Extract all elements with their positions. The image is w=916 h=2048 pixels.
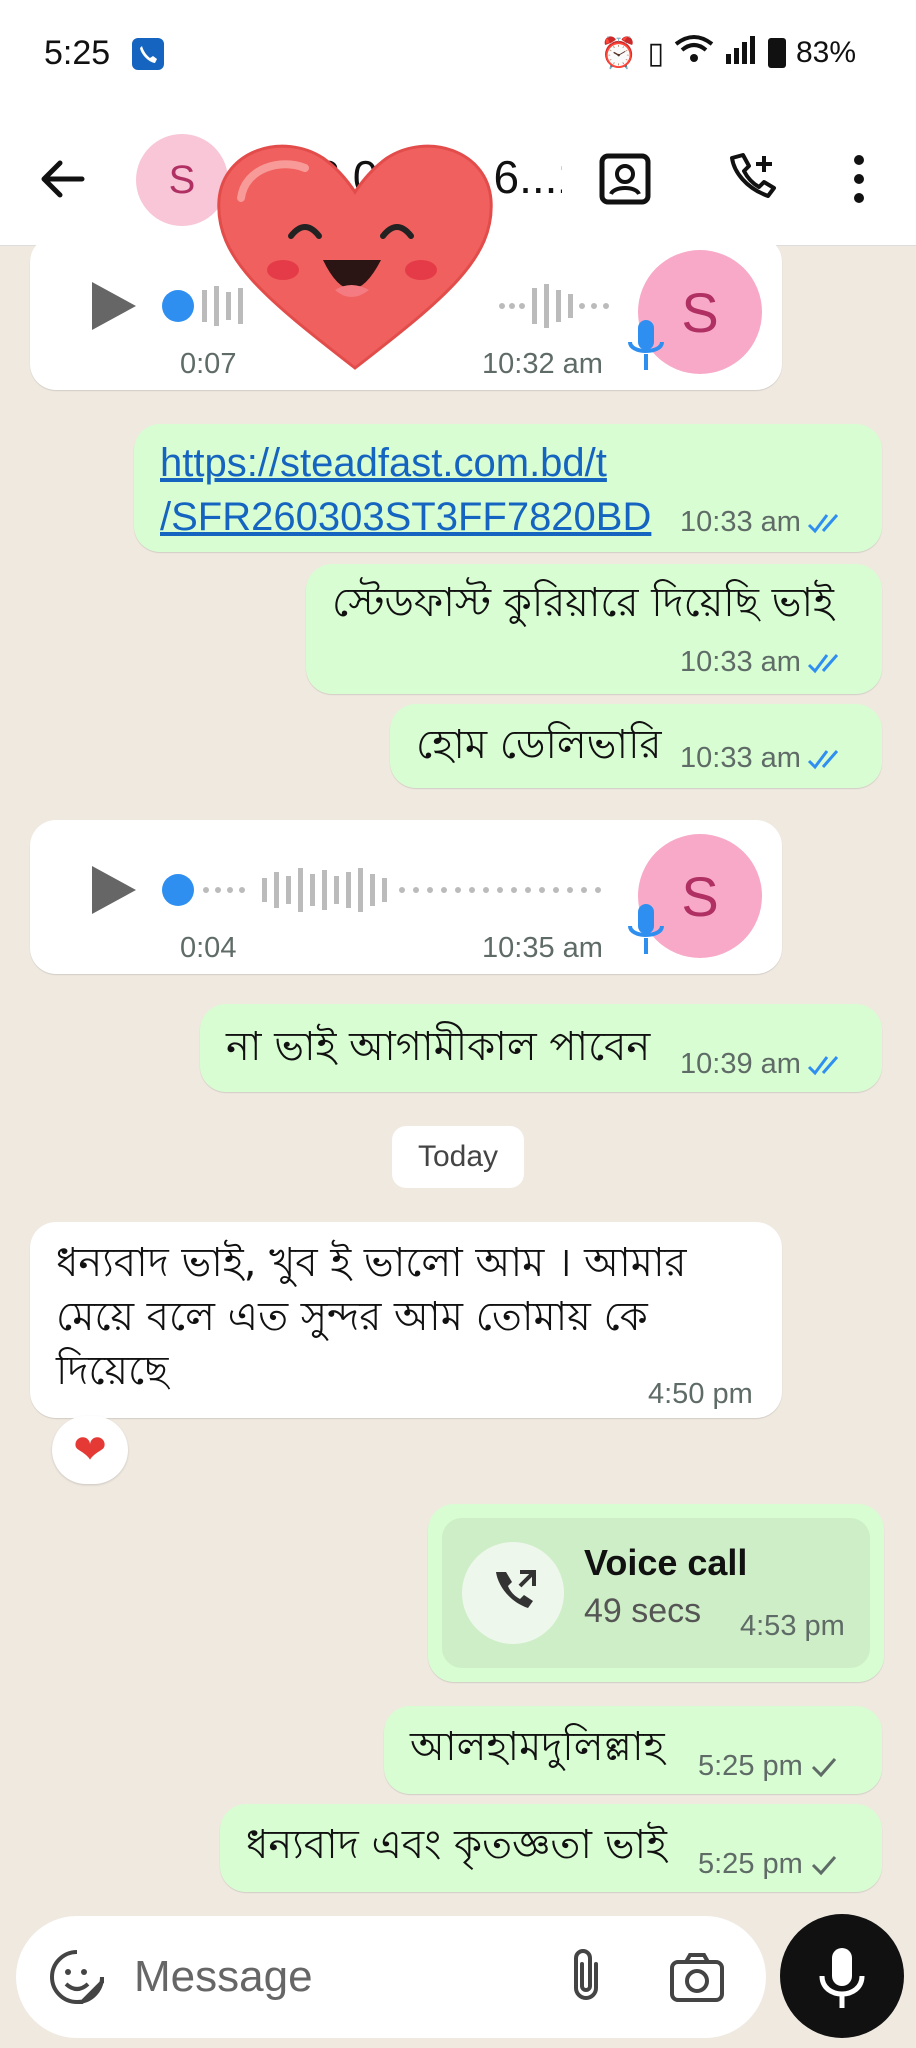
message-time: 5:25 pm — [698, 1750, 803, 1782]
double-check-icon — [807, 749, 839, 769]
voice-duration: 0:04 — [180, 932, 237, 964]
message-meta: 10:33 am — [680, 646, 851, 679]
microphone-icon — [819, 1948, 865, 2008]
alarm-icon: ⏰ — [600, 36, 638, 70]
link-line-2[interactable]: /SFR260303ST3FF7820BD — [160, 490, 651, 544]
message-text: ধন্যবাদ ভাই, খুব ই ভালো আম । আমার মেয়ে … — [56, 1236, 687, 1398]
outgoing-message-bubble[interactable]: স্টেডফাস্ট কুরিয়ারে দিয়েছি ভাই 10:33 a… — [306, 564, 882, 694]
outgoing-message-bubble[interactable]: ধন্যবাদ এবং কৃতজ্ঞতা ভাই 5:25 pm — [220, 1804, 882, 1892]
status-time: 5:25 — [44, 34, 111, 72]
message-composer — [16, 1916, 766, 2038]
status-indicators: ⏰ ▯ 83% — [600, 34, 856, 72]
single-check-icon — [811, 1757, 836, 1777]
message-time: 10:35 am — [482, 932, 603, 964]
sticker-icon[interactable] — [46, 1946, 108, 2008]
heart-sticker — [205, 128, 505, 378]
outgoing-link-bubble[interactable]: https://steadfast.com.bd/t /SFR260303ST3… — [134, 424, 882, 552]
incoming-message-bubble[interactable]: ধন্যবাদ ভাই, খুব ই ভালো আম । আমার মেয়ে … — [30, 1222, 782, 1418]
play-icon[interactable] — [82, 860, 142, 920]
day-divider: Today — [392, 1126, 524, 1188]
add-call-icon[interactable] — [722, 150, 780, 208]
vibrate-icon: ▯ — [647, 36, 664, 70]
message-line: দিয়েছে — [56, 1348, 169, 1394]
message-text: হোম ডেলিভারি — [416, 722, 662, 768]
message-time: 10:33 am — [680, 506, 801, 538]
message-time: 4:50 pm — [648, 1378, 753, 1410]
message-text: আলহামদুলিল্লাহ — [410, 1724, 665, 1770]
more-options-icon[interactable] — [830, 150, 888, 208]
signal-icon — [724, 34, 758, 72]
message-time: 10:33 am — [680, 742, 801, 774]
play-icon[interactable] — [82, 276, 142, 336]
link-line-1[interactable]: https://steadfast.com.bd/t — [160, 436, 651, 490]
double-check-icon — [807, 1055, 839, 1075]
call-notification-icon — [132, 38, 164, 70]
status-bar: 5:25 ⏰ ▯ 83% — [0, 0, 916, 112]
message-input[interactable] — [134, 1946, 514, 2008]
camera-icon[interactable] — [666, 1946, 728, 2008]
single-check-icon — [811, 1855, 836, 1875]
message-line: ধন্যবাদ ভাই, খুব ই ভালো আম । আমার — [56, 1240, 687, 1286]
message-text: না ভাই আগামীকাল পাবেন — [226, 1024, 651, 1070]
battery-level: 83% — [795, 36, 856, 69]
back-arrow-icon[interactable] — [34, 150, 92, 208]
double-check-icon — [807, 653, 839, 673]
message-text: ধন্যবাদ এবং কৃতজ্ঞতা ভাই — [246, 1822, 667, 1868]
outgoing-message-bubble[interactable]: আলহামদুলিল্লাহ 5:25 pm — [384, 1706, 882, 1794]
message-meta: 10:33 am — [680, 742, 851, 775]
call-outgoing-icon — [462, 1542, 564, 1644]
call-title: Voice call — [584, 1542, 748, 1583]
message-time: 4:53 pm — [740, 1610, 845, 1642]
contact-card-icon[interactable] — [596, 150, 654, 208]
heart-reaction[interactable]: ❤ — [52, 1416, 128, 1484]
message-line: মেয়ে বলে এত সুন্দর আম তোমায় কে — [56, 1294, 648, 1340]
message-meta: 5:25 pm — [698, 1848, 839, 1881]
wifi-icon — [674, 34, 714, 72]
message-meta: 5:25 pm — [698, 1750, 839, 1783]
message-time: 10:39 am — [680, 1048, 801, 1080]
outgoing-message-bubble[interactable]: না ভাই আগামীকাল পাবেন 10:39 am — [200, 1004, 882, 1092]
message-meta: 10:39 am — [680, 1048, 851, 1081]
message-text: স্টেডফাস্ট কুরিয়ারে দিয়েছি ভাই — [332, 580, 834, 626]
voice-message-bubble[interactable]: 0:04 10:35 am S — [30, 820, 782, 974]
mic-icon — [626, 902, 666, 958]
link-text[interactable]: https://steadfast.com.bd/t /SFR260303ST3… — [160, 436, 651, 544]
message-time: 5:25 pm — [698, 1848, 803, 1880]
battery-icon — [767, 38, 786, 68]
voice-call-card[interactable]: Voice call 49 secs 4:53 pm — [442, 1518, 870, 1668]
message-meta: 10:33 am — [680, 506, 851, 539]
voice-record-button[interactable] — [780, 1914, 904, 2038]
attach-icon[interactable] — [556, 1944, 616, 2008]
outgoing-message-bubble[interactable]: হোম ডেলিভারি 10:33 am — [390, 704, 882, 788]
message-time: 10:33 am — [680, 646, 801, 678]
call-duration: 49 secs — [584, 1592, 702, 1630]
double-check-icon — [807, 513, 839, 533]
waveform[interactable] — [162, 860, 632, 920]
mic-icon — [626, 318, 666, 374]
